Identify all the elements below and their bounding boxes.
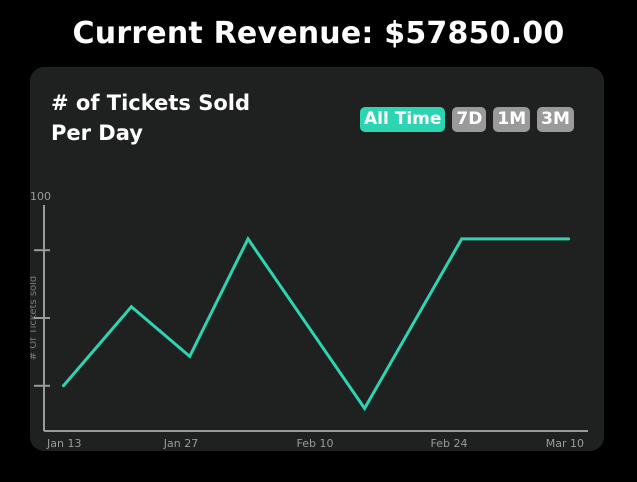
data-point — [363, 406, 367, 410]
plot-area: # Of Tickets sold 100Jan 13Jan 27Feb 10F… — [30, 190, 588, 450]
x-tick-label: Jan 13 — [46, 437, 81, 450]
data-point — [129, 305, 133, 309]
tickets-chart-card: # of Tickets Sold Per Day All Time 7D 1M… — [30, 67, 604, 451]
data-point — [567, 237, 571, 241]
x-tick-label: Jan 27 — [163, 437, 198, 450]
current-revenue-heading: Current Revenue: $57850.00 — [72, 16, 565, 51]
series-line — [62, 235, 569, 412]
line-chart: # Of Tickets sold 100Jan 13Jan 27Feb 10F… — [30, 190, 588, 450]
x-tick-label: Feb 24 — [431, 437, 468, 450]
data-point — [246, 237, 250, 241]
x-tick-label: Feb 10 — [297, 437, 334, 450]
data-point — [460, 237, 464, 241]
y-tick-label: 100 — [30, 190, 51, 203]
data-point — [188, 354, 192, 358]
data-point — [61, 384, 65, 388]
x-tick-label: Mar 10 — [546, 437, 584, 450]
